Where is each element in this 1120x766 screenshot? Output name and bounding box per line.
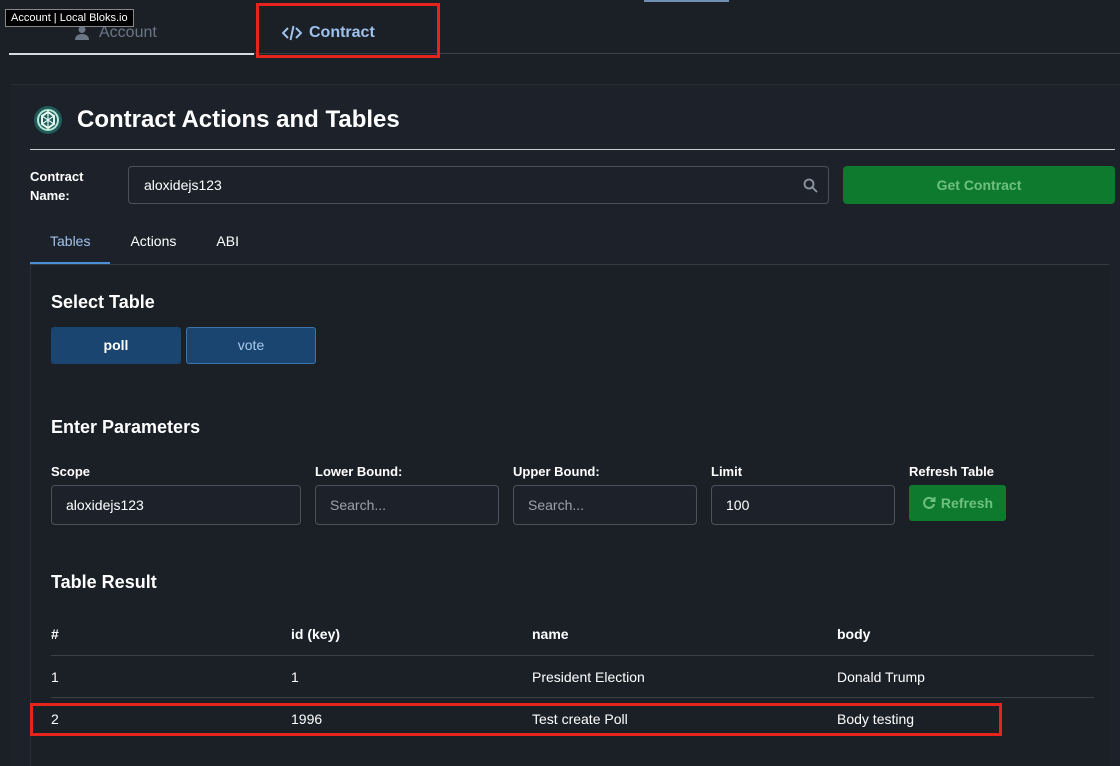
table-cell: 1996 [291, 711, 323, 727]
lower-bound-input[interactable]: Search... [315, 485, 499, 525]
upper-bound-label: Upper Bound: [513, 464, 600, 479]
tab-actions[interactable]: Actions [110, 231, 196, 263]
table-cell: Test create Poll [532, 711, 628, 727]
lower-bound-label: Lower Bound: [315, 464, 403, 479]
tables-card: Select Table poll vote Enter Parameters … [30, 264, 1109, 766]
table-result-heading: Table Result [51, 572, 157, 592]
tab-contract-label: Contract [309, 24, 375, 41]
tab-underline [254, 53, 1120, 54]
scope-label: Scope [51, 464, 91, 479]
table-cell: Body testing [837, 711, 915, 727]
tab-abi[interactable]: ABI [196, 231, 259, 263]
panel-header: Contract Actions and Tables [33, 105, 400, 135]
column-header: id (key) [291, 626, 341, 642]
tab-tooltip: Account | Local Bloks.io [5, 9, 134, 27]
refresh-button[interactable]: Refresh [909, 485, 1006, 521]
limit-input[interactable]: 100 [711, 485, 895, 525]
table-header-row: # id (key) name body [51, 613, 1094, 656]
column-header: body [837, 626, 871, 642]
table-cell: Donald Trump [837, 669, 925, 685]
tab-contract[interactable]: Contract [282, 14, 375, 52]
contract-name-input[interactable]: aloxidejs123 [128, 166, 829, 204]
contract-name-label: Contract Name: [30, 169, 84, 203]
title-divider [30, 149, 1115, 150]
page-title: Contract Actions and Tables [77, 106, 400, 133]
table-button-poll[interactable]: poll [51, 327, 181, 364]
top-tab-strip: Account | Local Bloks.io Account Contrac… [0, 0, 1120, 56]
bloks-logo-icon [34, 106, 62, 134]
upper-bound-input[interactable]: Search... [513, 485, 697, 525]
tab-underline-active [9, 53, 254, 55]
table-cell: 1 [51, 669, 59, 685]
limit-label: Limit [711, 464, 743, 479]
column-header: # [51, 626, 59, 642]
table-button-vote[interactable]: vote [186, 327, 316, 364]
refresh-icon [923, 496, 936, 509]
select-table-heading: Select Table [51, 292, 155, 312]
search-icon[interactable] [803, 178, 818, 193]
top-accent-line [644, 0, 729, 2]
table-row: 2 1996 Test create Poll Body testing [51, 698, 1094, 740]
get-contract-button[interactable]: Get Contract [843, 166, 1115, 204]
refresh-button-label: Refresh [940, 495, 994, 511]
scope-input[interactable]: aloxidejs123 [51, 485, 301, 525]
refresh-table-label: Refresh Table [909, 464, 995, 479]
code-icon [282, 24, 302, 42]
result-table: # id (key) name body 1 1 President Elect… [51, 613, 1094, 740]
contract-name-value: aloxidejs123 [144, 177, 222, 193]
app-root: Account | Local Bloks.io Account Contrac… [0, 0, 1120, 766]
tab-tables[interactable]: Tables [30, 231, 111, 264]
column-header: name [532, 626, 569, 642]
table-row: 1 1 President Election Donald Trump [51, 656, 1094, 698]
sub-tabs: Tables Actions ABI [30, 231, 259, 265]
table-cell: 1 [291, 669, 299, 685]
table-cell: 2 [51, 711, 59, 727]
table-cell: President Election [532, 669, 645, 685]
enter-parameters-heading: Enter Parameters [51, 417, 201, 437]
contract-panel: Contract Actions and Tables Contract Nam… [11, 84, 1120, 766]
